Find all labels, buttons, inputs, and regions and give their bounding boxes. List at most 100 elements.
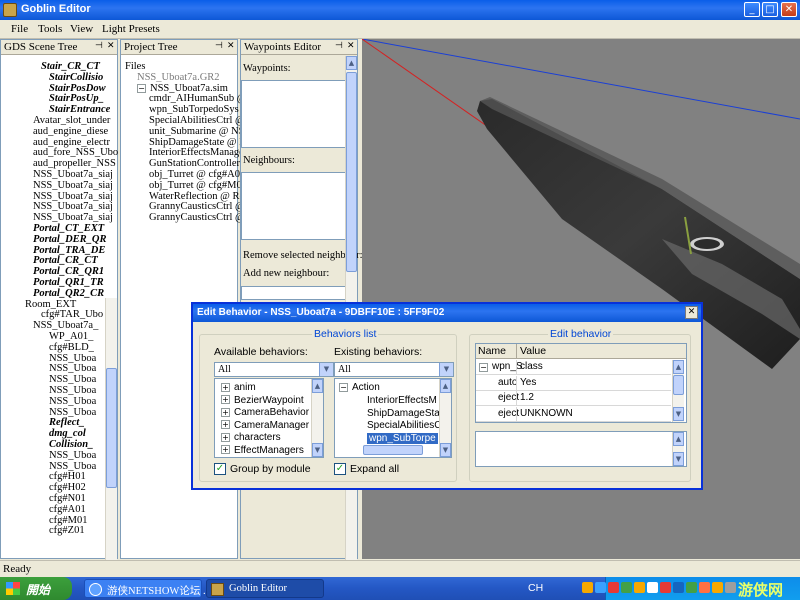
existing-filter-combo[interactable]: All ▼: [334, 362, 454, 377]
existing-behavior-item[interactable]: InteriorEffectsM: [367, 395, 437, 406]
pin-icon[interactable]: ⊣: [95, 41, 104, 51]
available-behavior-item[interactable]: + CameraManager: [221, 420, 309, 431]
property-value[interactable]: Yes: [520, 377, 536, 388]
scroll-down-button[interactable]: ▼: [440, 443, 451, 457]
scene-tree-item[interactable]: dmg_col: [49, 428, 86, 439]
scene-tree-item[interactable]: NSS_Uboa: [49, 396, 96, 407]
scene-tree-item[interactable]: aud_propeller_NSS: [33, 158, 116, 169]
project-tree-item[interactable]: Files: [125, 61, 145, 72]
scene-tree-item[interactable]: Portal_TRA_DE: [33, 245, 105, 256]
property-value[interactable]: 1.2: [520, 392, 534, 403]
scene-tree-item[interactable]: NSS_Uboat7a_: [33, 320, 98, 331]
project-tree-item[interactable]: GrannyCausticsCtrl @: [149, 212, 245, 223]
scroll-up-button[interactable]: ▲: [346, 56, 357, 70]
tray-icon[interactable]: [712, 582, 723, 593]
project-tree-item[interactable]: obj_Turret @ cfg#M01: [149, 180, 247, 191]
project-tree-item[interactable]: cmdr_AIHumanSub @: [149, 93, 246, 104]
tray-icon[interactable]: [608, 582, 619, 593]
chevron-down-icon[interactable]: ▼: [319, 363, 333, 376]
project-tree-item[interactable]: unit_Submarine @ NS: [149, 126, 244, 137]
pin-icon[interactable]: ⊣: [215, 41, 224, 51]
scene-tree-item[interactable]: StairPosDow: [49, 83, 106, 94]
existing-behavior-item[interactable]: SpecialAbilitiesC: [367, 420, 441, 431]
property-row[interactable]: eject 1.2: [476, 391, 671, 406]
expand-icon[interactable]: +: [221, 420, 230, 430]
existing-group-action[interactable]: − Action: [339, 382, 380, 393]
close-button[interactable]: ✕: [781, 2, 797, 17]
project-tree-item[interactable]: − NSS_Uboat7a.sim: [137, 83, 228, 94]
tray-icon[interactable]: [673, 582, 684, 593]
expand-all-checkbox[interactable]: ✓: [334, 463, 346, 475]
scene-tree-item[interactable]: NSS_Uboa: [49, 461, 96, 472]
project-tree-item[interactable]: NSS_Uboat7a.GR2: [137, 72, 220, 83]
scene-tree-item[interactable]: NSS_Uboa: [49, 407, 96, 418]
expand-icon[interactable]: +: [221, 382, 230, 392]
scene-tree-item[interactable]: Portal_CT_EXT: [33, 223, 104, 234]
tray-icon[interactable]: [595, 582, 606, 593]
scene-tree-item[interactable]: NSS_Uboat7a_siaj: [33, 212, 113, 223]
scene-tree-item[interactable]: StairPosUp_: [49, 93, 104, 104]
neighbours-list[interactable]: [241, 172, 346, 240]
available-behavior-item[interactable]: + CameraBehavior: [221, 407, 309, 418]
available-behaviors-list[interactable]: + anim + BezierWaypoint + CameraBehavior + Came…: [214, 378, 324, 458]
scene-tree-item[interactable]: cfg#M01: [49, 515, 88, 526]
close-icon[interactable]: ✕: [347, 41, 356, 51]
scene-tree-item[interactable]: Portal_DER_QR: [33, 234, 107, 245]
tray-icon[interactable]: [725, 582, 736, 593]
close-icon[interactable]: ✕: [107, 41, 116, 51]
expand-icon[interactable]: +: [221, 445, 230, 455]
project-tree-item[interactable]: GunStationControllerI: [149, 158, 244, 169]
menu-view[interactable]: View: [70, 23, 93, 35]
scroll-down-button[interactable]: ▼: [312, 443, 323, 457]
property-grid-scrollbar[interactable]: ▲ ▼: [672, 360, 684, 422]
scene-tree-item[interactable]: NSS_Uboa: [49, 363, 96, 374]
scene-tree-item[interactable]: NSS_Uboa: [49, 374, 96, 385]
pin-icon[interactable]: ⊣: [335, 41, 344, 51]
scrollbar-thumb[interactable]: [106, 368, 117, 488]
menu-tools[interactable]: Tools: [38, 23, 62, 35]
project-tree-item[interactable]: SpecialAbilitiesCtrl @: [149, 115, 245, 126]
scroll-down-button[interactable]: ▼: [673, 452, 684, 466]
existing-behavior-item[interactable]: ShipDamageSta: [367, 408, 440, 419]
tray-icon[interactable]: [634, 582, 645, 593]
scene-tree-item[interactable]: NSS_Uboa: [49, 385, 96, 396]
maximize-button[interactable]: □: [762, 2, 778, 17]
scroll-up-button[interactable]: ▲: [673, 432, 684, 446]
scene-tree-item[interactable]: Collision_: [49, 439, 93, 450]
horizontal-scrollbar-thumb[interactable]: [363, 445, 423, 455]
expand-icon[interactable]: +: [221, 407, 230, 417]
taskbar-item-forum[interactable]: 游侠NETSHOW论坛 ...: [84, 579, 211, 598]
scene-tree-item[interactable]: cfg#TAR_Ubo: [41, 309, 103, 320]
available-behavior-item[interactable]: + anim: [221, 382, 256, 393]
available-behavior-item[interactable]: + BezierWaypoint: [221, 395, 304, 406]
scene-tree-item[interactable]: StairEntrance: [49, 104, 110, 115]
collapse-icon[interactable]: −: [339, 382, 348, 392]
dialog-close-button[interactable]: ✕: [685, 306, 698, 319]
available-filter-combo[interactable]: All ▼: [214, 362, 334, 377]
collapse-icon[interactable]: −: [479, 363, 488, 372]
scroll-up-button[interactable]: ▲: [440, 379, 451, 393]
scene-tree-item[interactable]: Stair_CR_CT: [41, 61, 100, 72]
scene-tree-item[interactable]: Portal_QR1_TR: [33, 277, 104, 288]
scene-tree-item[interactable]: NSS_Uboat7a_siaj: [33, 169, 113, 180]
tray-icon[interactable]: [686, 582, 697, 593]
project-tree-item[interactable]: wpn_SubTorpedoSys: [149, 104, 239, 115]
existing-behavior-item[interactable]: wpn_SubTorpe: [367, 432, 438, 444]
scene-tree-item[interactable]: NSS_Uboa: [49, 353, 96, 364]
scene-tree-item[interactable]: cfg#H01: [49, 471, 86, 482]
close-icon[interactable]: ✕: [227, 41, 236, 51]
chevron-down-icon[interactable]: ▼: [439, 363, 453, 376]
collapse-icon[interactable]: −: [137, 83, 146, 93]
menu-file[interactable]: File: [11, 23, 28, 35]
scene-tree-item[interactable]: Portal_QR2_CR: [33, 288, 104, 299]
scene-tree-item[interactable]: Avatar_slot_under: [33, 115, 110, 126]
scene-tree-item[interactable]: cfg#Z01: [49, 525, 85, 536]
minimize-button[interactable]: _: [744, 2, 760, 17]
expand-icon[interactable]: +: [221, 432, 230, 442]
tray-icon[interactable]: [699, 582, 710, 593]
scene-tree-item[interactable]: cfg#A01: [49, 504, 86, 515]
tray-icon[interactable]: [582, 582, 593, 593]
scroll-up-button[interactable]: ▲: [673, 360, 684, 374]
scene-tree-item[interactable]: Room_EXT: [25, 299, 76, 310]
waypoints-list[interactable]: [241, 80, 346, 148]
